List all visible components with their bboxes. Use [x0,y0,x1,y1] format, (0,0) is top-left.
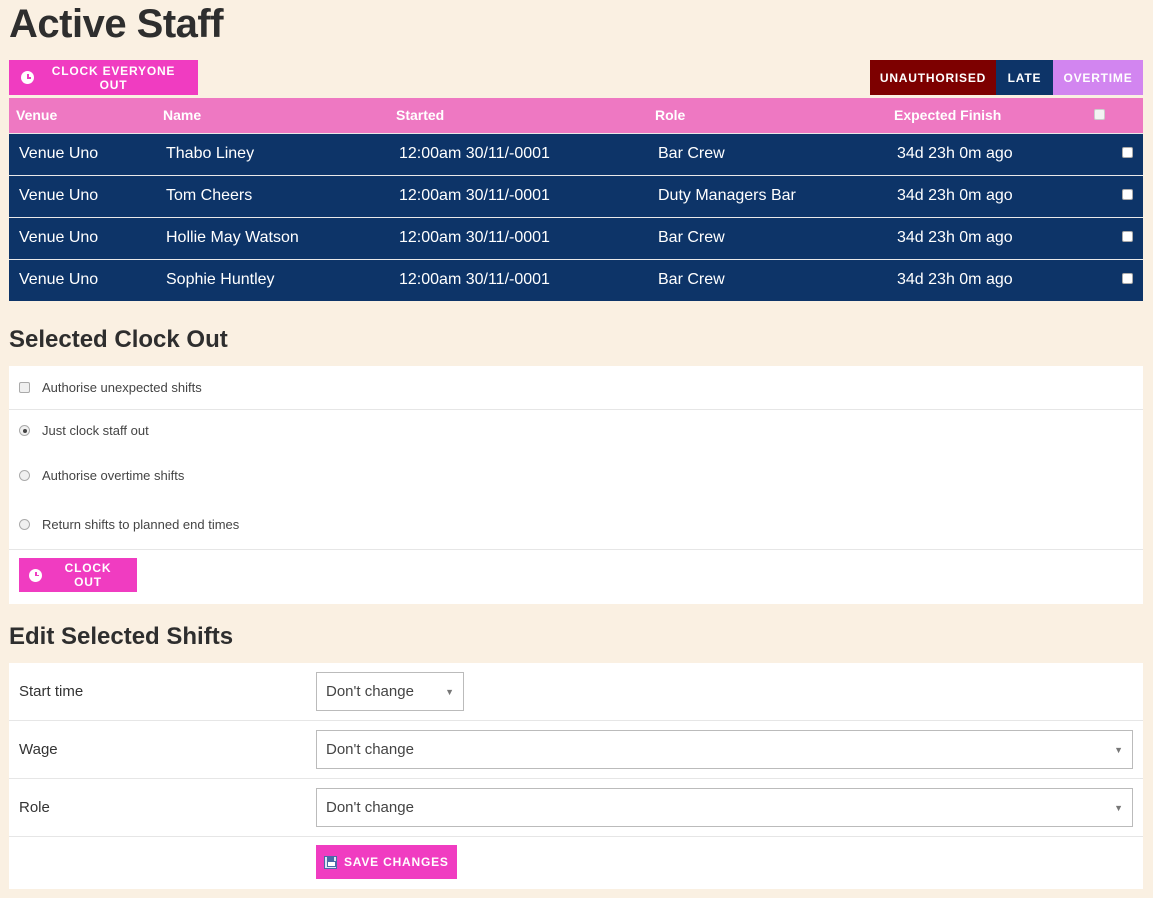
return-planned-end-label: Return shifts to planned end times [42,517,240,532]
table-row[interactable]: Venue Uno Tom Cheers 12:00am 30/11/-0001… [9,174,1143,217]
name-cell: Thabo Liney [156,132,389,175]
authorise-unexpected-checkbox[interactable] [19,382,30,393]
role-cell: Bar Crew [648,132,887,175]
venue-cell: Venue Uno [9,258,156,301]
authorise-unexpected-row[interactable]: Authorise unexpected shifts [9,366,1143,409]
active-staff-table: Venue Name Started Role Expected Finish … [9,98,1143,301]
floppy-disk-icon [324,855,337,869]
clock-out-label: CLOCK OUT [64,561,112,589]
row-checkbox[interactable] [1122,147,1133,158]
authorise-overtime-label: Authorise overtime shifts [42,468,185,483]
start-time-value: Don't change [326,683,414,700]
wage-select[interactable]: Don't change ▼ [316,730,1133,769]
save-changes-label: SAVE CHANGES [344,855,449,869]
just-clock-out-label: Just clock staff out [42,423,149,438]
expected-finish-cell: 34d 23h 0m ago [887,174,1087,217]
wage-value: Don't change [326,741,414,758]
venue-cell: Venue Uno [9,132,156,175]
return-planned-end-radio[interactable] [19,519,30,530]
expected-finish-cell: 34d 23h 0m ago [887,258,1087,301]
filter-overtime-button[interactable]: OVERTIME [1053,60,1143,95]
venue-cell: Venue Uno [9,216,156,259]
just-clock-out-radio[interactable] [19,425,30,436]
name-cell: Tom Cheers [156,174,389,217]
start-time-select[interactable]: Don't change ▼ [316,672,464,711]
started-cell: 12:00am 30/11/-0001 [389,132,648,175]
chevron-down-icon: ▼ [445,686,454,697]
authorise-overtime-radio[interactable] [19,470,30,481]
select-all-cell [1087,98,1143,133]
option-return-planned-end[interactable]: Return shifts to planned end times [9,500,1143,549]
role-cell: Duty Managers Bar [648,174,887,217]
column-header-venue[interactable]: Venue [9,98,156,133]
filter-late-button[interactable]: LATE [996,60,1053,95]
selected-clock-out-title: Selected Clock Out [9,326,228,353]
table-row[interactable]: Venue Uno Hollie May Watson 12:00am 30/1… [9,216,1143,259]
role-row: Role Don't change ▼ [9,779,1143,837]
table-header-row: Venue Name Started Role Expected Finish [9,98,1143,133]
start-time-label: Start time [19,683,84,700]
name-cell: Hollie May Watson [156,216,389,259]
page-title: Active Staff [9,2,224,46]
expected-finish-cell: 34d 23h 0m ago [887,216,1087,259]
filter-unauthorised-button[interactable]: UNAUTHORISED [870,60,996,95]
name-cell: Sophie Huntley [156,258,389,301]
column-header-name[interactable]: Name [156,98,389,133]
wage-row: Wage Don't change ▼ [9,721,1143,779]
option-just-clock-out[interactable]: Just clock staff out [9,410,1143,451]
row-select-cell [1087,258,1143,301]
role-label: Role [19,799,50,816]
edit-selected-shifts-title: Edit Selected Shifts [9,623,234,650]
option-authorise-overtime[interactable]: Authorise overtime shifts [9,451,1143,500]
role-cell: Bar Crew [648,216,887,259]
row-select-cell [1087,132,1143,175]
edit-shifts-panel: Start time Don't change ▼ Wage Don't cha… [9,663,1143,889]
role-select[interactable]: Don't change ▼ [316,788,1133,827]
clock-everyone-out-label: CLOCK EVERYONE OUT [51,63,176,92]
clock-everyone-out-button[interactable]: CLOCK EVERYONE OUT [9,60,198,95]
started-cell: 12:00am 30/11/-0001 [389,258,648,301]
wage-label: Wage [19,741,58,758]
role-value: Don't change [326,799,414,816]
table-row[interactable]: Venue Uno Sophie Huntley 12:00am 30/11/-… [9,258,1143,301]
table-row[interactable]: Venue Uno Thabo Liney 12:00am 30/11/-000… [9,132,1143,175]
row-select-cell [1087,174,1143,217]
start-time-row: Start time Don't change ▼ [9,663,1143,721]
venue-cell: Venue Uno [9,174,156,217]
row-checkbox[interactable] [1122,273,1133,285]
row-checkbox[interactable] [1122,231,1133,242]
column-header-expected-finish[interactable]: Expected Finish [887,98,1087,133]
row-select-cell [1087,216,1143,259]
clock-out-panel: Authorise unexpected shifts Just clock s… [9,366,1143,604]
started-cell: 12:00am 30/11/-0001 [389,174,648,217]
clock-icon [21,71,34,84]
chevron-down-icon: ▼ [1114,802,1123,813]
row-checkbox[interactable] [1122,189,1133,200]
authorise-unexpected-label: Authorise unexpected shifts [42,380,202,395]
status-filters: UNAUTHORISED LATE OVERTIME [870,60,1143,95]
started-cell: 12:00am 30/11/-0001 [389,216,648,259]
clock-icon [29,568,42,582]
select-all-checkbox[interactable] [1094,109,1105,121]
column-header-role[interactable]: Role [648,98,887,133]
clock-out-button[interactable]: CLOCK OUT [19,558,137,592]
expected-finish-cell: 34d 23h 0m ago [887,132,1087,175]
column-header-started[interactable]: Started [389,98,648,133]
save-changes-button[interactable]: SAVE CHANGES [316,845,457,879]
role-cell: Bar Crew [648,258,887,301]
chevron-down-icon: ▼ [1114,744,1123,755]
